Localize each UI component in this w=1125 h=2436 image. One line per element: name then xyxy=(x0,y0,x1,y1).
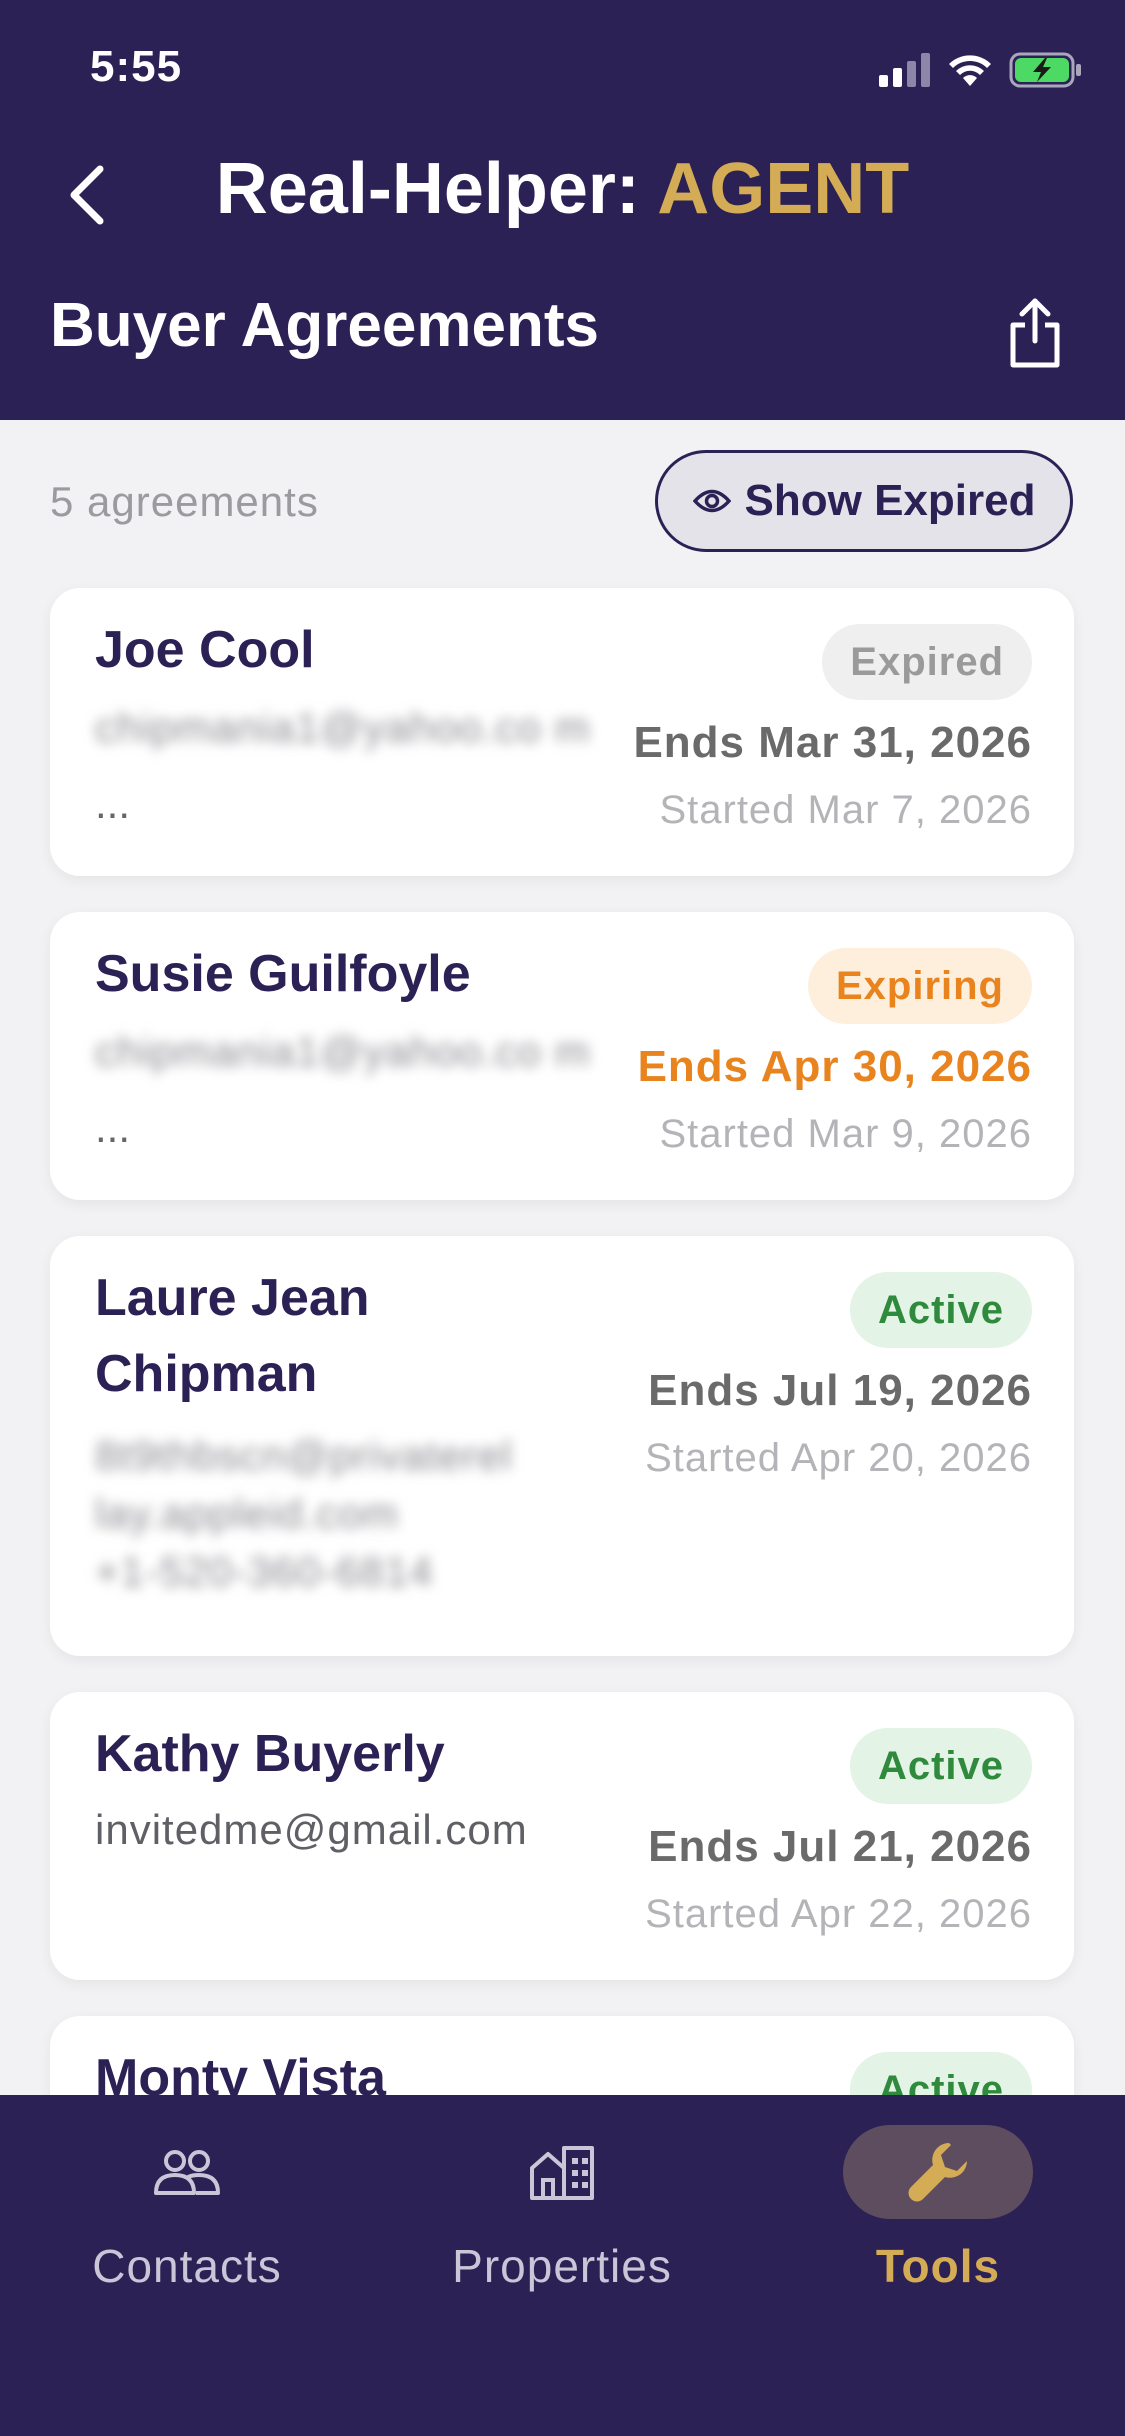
bottom-tab-bar: Contacts Properties Tools xyxy=(0,2095,1125,2436)
tab-tools-icon-wrap xyxy=(843,2125,1033,2219)
status-time: 5:55 xyxy=(90,42,183,91)
status-badge: Active xyxy=(849,1728,1032,1804)
app-header: 5:55 Real-Helper: AGENT Buyer Agreements xyxy=(0,0,1125,420)
end-date: Ends Jul 21, 2026 xyxy=(648,1822,1032,1871)
buyer-name-line2: Chipman xyxy=(95,1345,318,1403)
share-button[interactable] xyxy=(995,288,1075,378)
buyer-email: chipmania1@yahoo.co m xyxy=(95,1028,591,1075)
buyer-phone: +1-520-360-6814 xyxy=(95,1548,434,1595)
eye-icon xyxy=(692,489,731,513)
agreement-card[interactable]: Monty Vista Active xyxy=(50,2016,1074,2095)
end-date: Ends Apr 30, 2026 xyxy=(637,1042,1032,1091)
agreement-card[interactable]: Susie Guilfoyle chipmania1@yahoo.co m ..… xyxy=(50,912,1074,1200)
buyer-email: invitedme@gmail.com xyxy=(95,1806,528,1853)
tab-contacts-icon-wrap xyxy=(92,2125,282,2219)
buyer-name: Joe Cool xyxy=(95,621,315,679)
agreement-card[interactable]: Joe Cool chipmania1@yahoo.co m ... Expir… xyxy=(50,588,1074,876)
buyer-name: Kathy Buyerly xyxy=(95,1725,445,1783)
status-badge: Expired xyxy=(822,624,1032,700)
tab-properties[interactable]: Properties xyxy=(392,2125,732,2315)
buyer-email: chipmania1@yahoo.co m xyxy=(95,704,591,751)
tab-tools-label: Tools xyxy=(875,2240,1001,2292)
status-badge: Active xyxy=(849,2052,1032,2095)
buildings-icon xyxy=(530,2146,594,2200)
agreements-count: 5 agreements xyxy=(50,478,319,525)
show-expired-button[interactable]: Show Expired xyxy=(655,450,1073,552)
app-title-prefix: Real-Helper: xyxy=(215,149,658,229)
start-date: Started Apr 22, 2026 xyxy=(645,1892,1032,1936)
status-badge: Expiring xyxy=(807,948,1032,1024)
wrench-icon xyxy=(908,2143,967,2202)
tab-tools[interactable]: Tools xyxy=(768,2125,1108,2315)
tab-properties-icon-wrap xyxy=(467,2125,657,2219)
buyer-email-line2: lay.appleid.com xyxy=(95,1490,399,1537)
tab-contacts-label: Contacts xyxy=(92,2240,282,2292)
start-date: Started Apr 20, 2026 xyxy=(645,1436,1032,1480)
start-date: Started Mar 7, 2026 xyxy=(659,788,1032,832)
buyer-name: Susie Guilfoyle xyxy=(95,945,471,1003)
buyer-email-line1: 8t9thbscn@privaterel xyxy=(95,1432,513,1479)
buyer-name-line1: Laure Jean xyxy=(95,1269,370,1327)
show-expired-label: Show Expired xyxy=(744,476,1036,525)
start-date: Started Mar 9, 2026 xyxy=(659,1112,1032,1156)
buyer-name: Monty Vista xyxy=(95,2049,386,2095)
battery-charging-icon xyxy=(1009,52,1081,88)
agreement-card[interactable]: Kathy Buyerly invitedme@gmail.com Active… xyxy=(50,1692,1074,1980)
status-badge: Active xyxy=(849,1272,1032,1348)
tab-properties-label: Properties xyxy=(452,2240,672,2292)
email-ellipsis: ... xyxy=(95,1104,131,1151)
page-title: Buyer Agreements xyxy=(50,291,600,360)
email-ellipsis: ... xyxy=(95,780,131,827)
end-date: Ends Mar 31, 2026 xyxy=(633,718,1032,767)
agreement-card[interactable]: Laure Jean Chipman 8t9thbscn@privaterel … xyxy=(50,1236,1074,1656)
share-icon xyxy=(1010,298,1060,368)
tab-contacts[interactable]: Contacts xyxy=(17,2125,357,2315)
wifi-icon xyxy=(949,55,991,86)
people-icon xyxy=(154,2150,220,2195)
app-title-accent: AGENT xyxy=(657,149,910,229)
status-icons xyxy=(879,48,1083,92)
app-title: Real-Helper: AGENT xyxy=(0,148,1125,230)
cellular-signal-icon xyxy=(879,53,930,87)
end-date: Ends Jul 19, 2026 xyxy=(648,1366,1032,1415)
agreements-list[interactable]: 5 agreements Show Expired Joe Cool chipm… xyxy=(0,420,1125,2095)
